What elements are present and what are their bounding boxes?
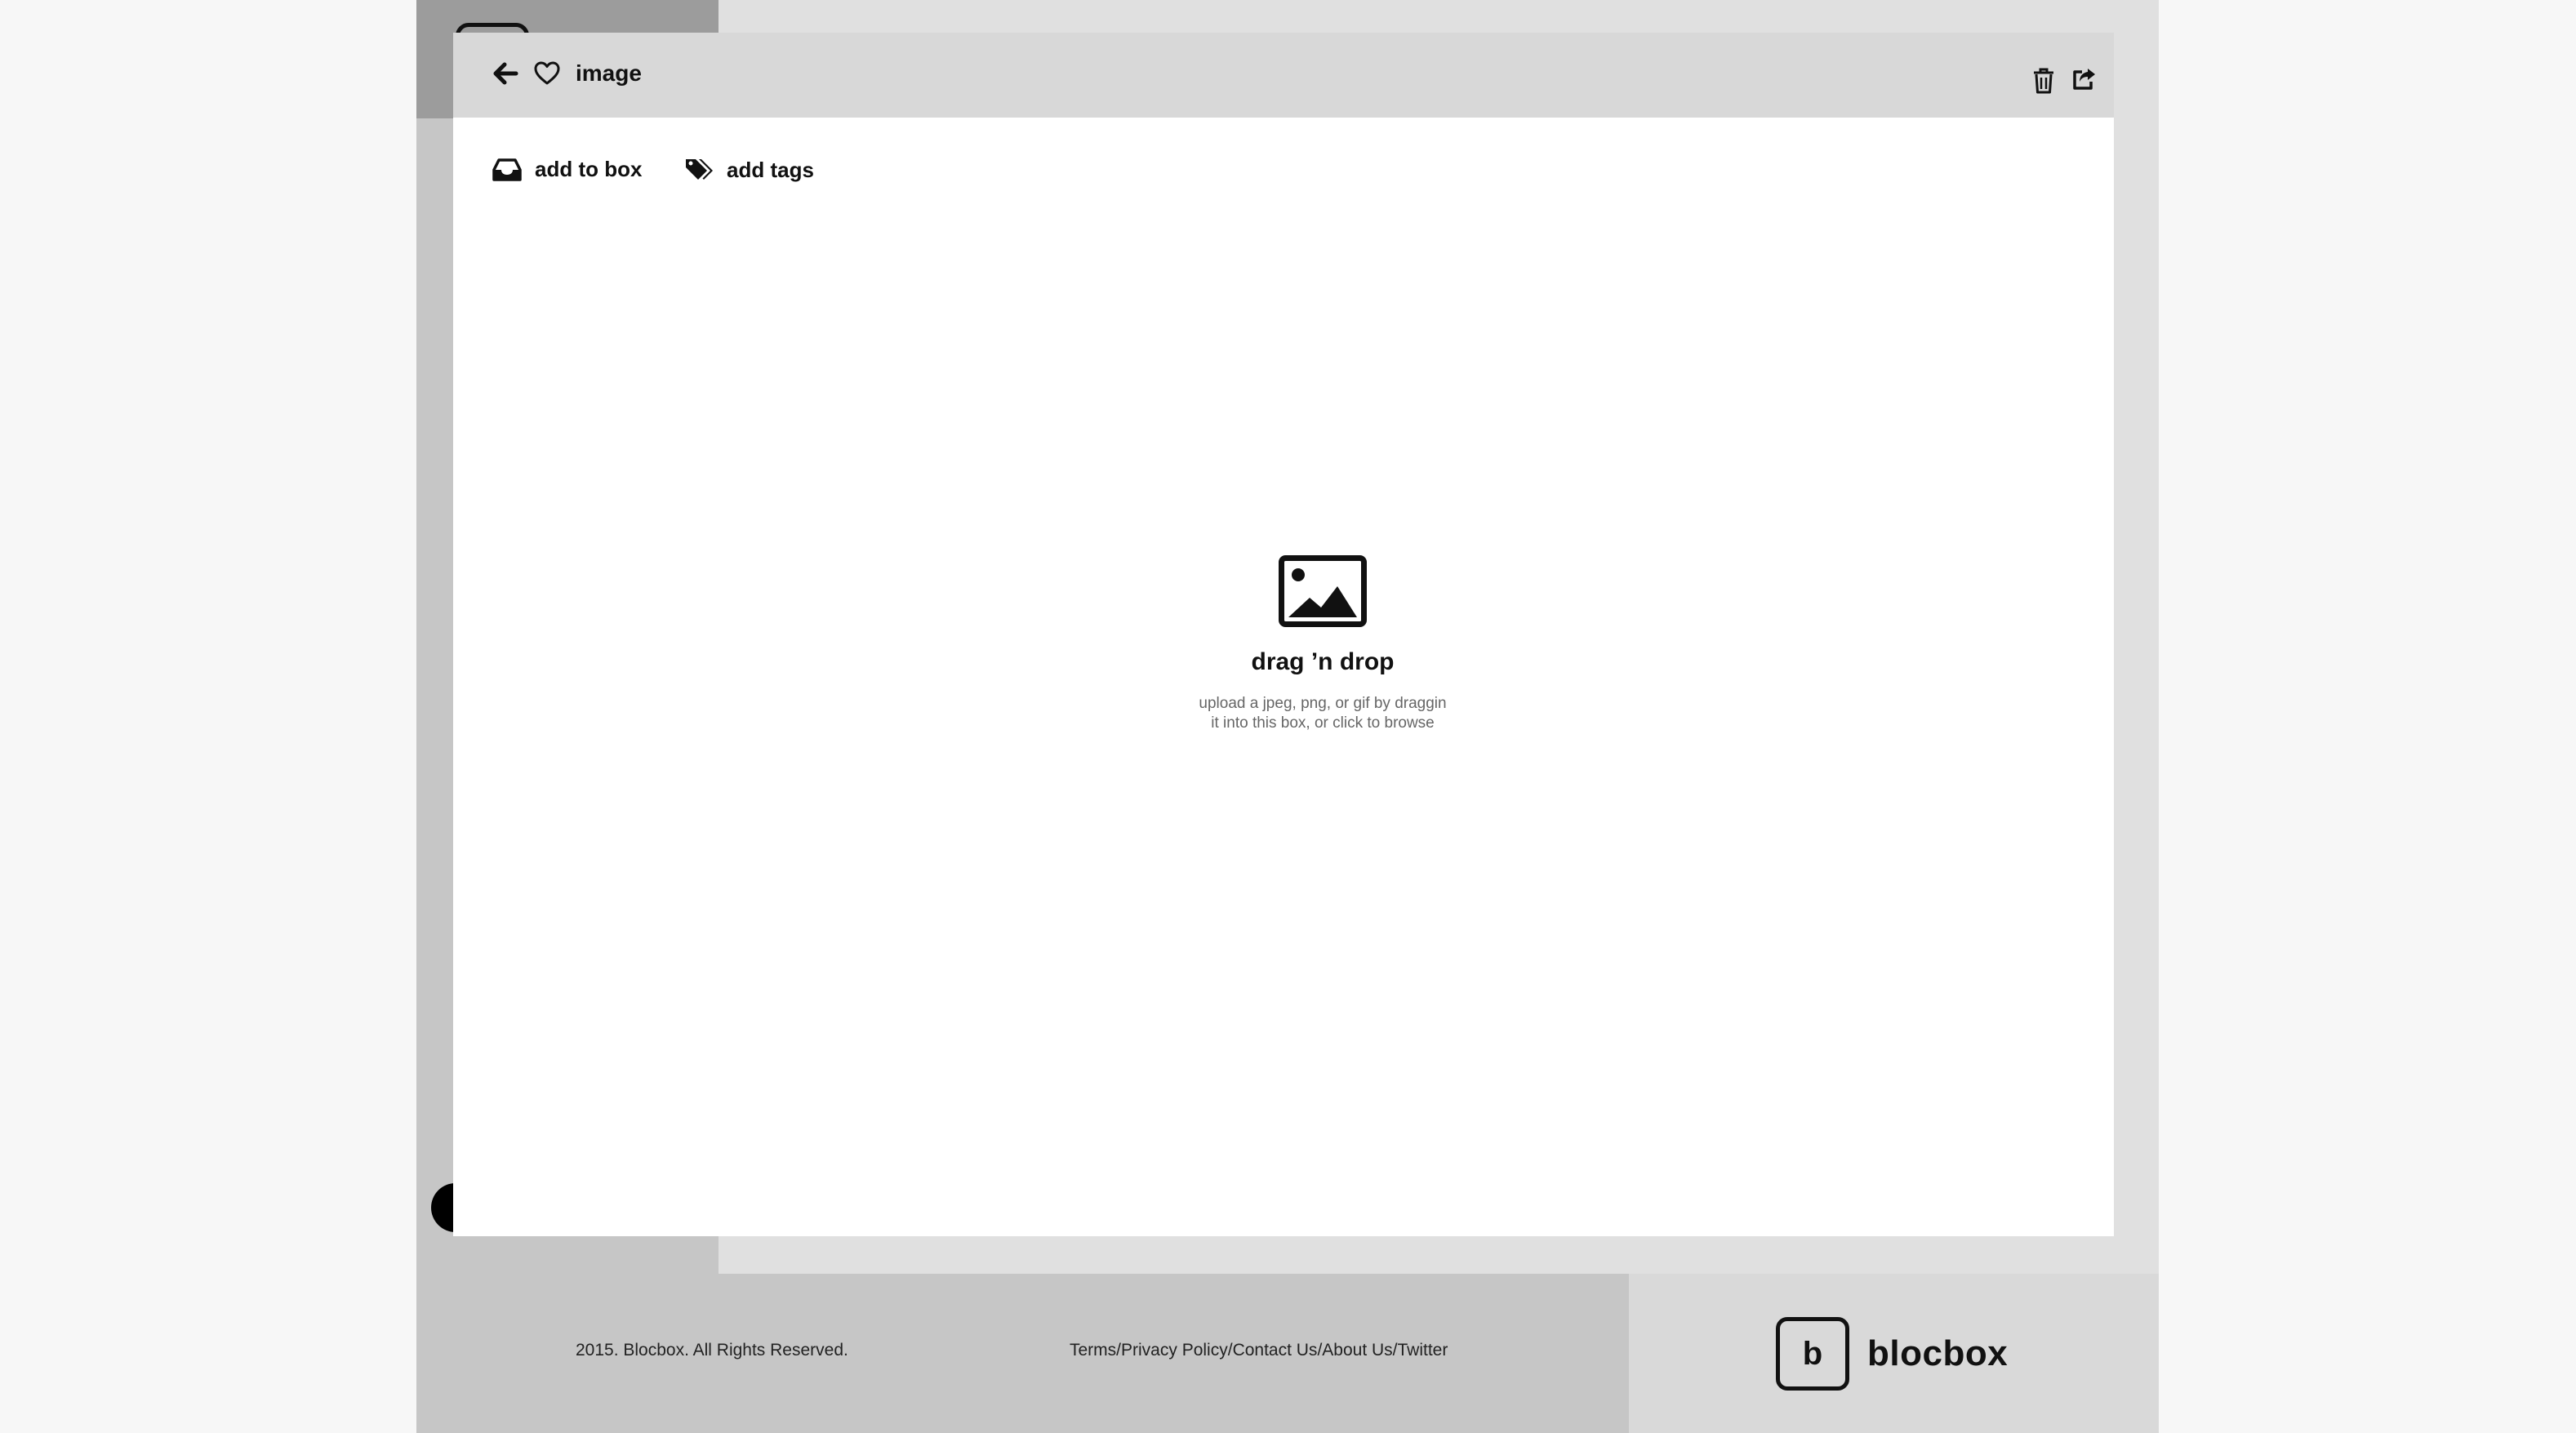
footer-link-privacy[interactable]: Privacy Policy [1121,1341,1228,1360]
arrow-left-icon[interactable] [492,60,518,87]
footer-links: Terms/Privacy Policy/Contact Us/About Us… [1070,1341,1448,1360]
footer-link-terms[interactable]: Terms [1070,1341,1116,1360]
footer-brand-area: b blocbox [1629,1274,2159,1433]
brand-name: blocbox [1867,1333,2009,1373]
footer-link-twitter[interactable]: Twitter [1398,1341,1448,1360]
modal-title: image [576,60,642,86]
tags-icon [686,159,713,180]
share-icon[interactable] [2071,65,2098,91]
dropzone-title: drag ’n drop [1251,648,1395,675]
footer: 2015. Blocbox. All Rights Reserved. Term… [416,1274,2159,1433]
brand-logo-mark: b [1776,1317,1849,1391]
dropzone-instructions: upload a jpeg, png, or gif by draggin it… [1106,694,1539,733]
image-modal: image add to box add tags drag ’n drop u… [453,33,2114,1236]
dropzone-instructions-line2: it into this box, or click to browse [1211,714,1435,732]
add-tags-button[interactable]: add tags [684,157,814,183]
inbox-icon [492,158,522,181]
image-dropzone[interactable]: drag ’n drop upload a jpeg, png, or gif … [1106,555,1539,800]
trash-icon[interactable] [2031,67,2056,95]
copyright-text: 2015. Blocbox. All Rights Reserved. [576,1341,848,1360]
dropzone-instructions-line1: upload a jpeg, png, or gif by draggin [1199,695,1447,712]
modal-header: image [453,33,2114,118]
add-to-box-button[interactable]: add to box [492,157,642,182]
footer-link-contact[interactable]: Contact Us [1233,1341,1318,1360]
image-icon [1279,555,1367,627]
add-tags-label: add tags [727,157,814,182]
brand-logo[interactable]: b blocbox [1776,1317,2008,1391]
footer-left: 2015. Blocbox. All Rights Reserved. Term… [416,1274,1629,1433]
heart-icon[interactable] [533,60,561,87]
add-to-box-label: add to box [535,157,643,181]
footer-link-about[interactable]: About Us [1322,1341,1392,1360]
